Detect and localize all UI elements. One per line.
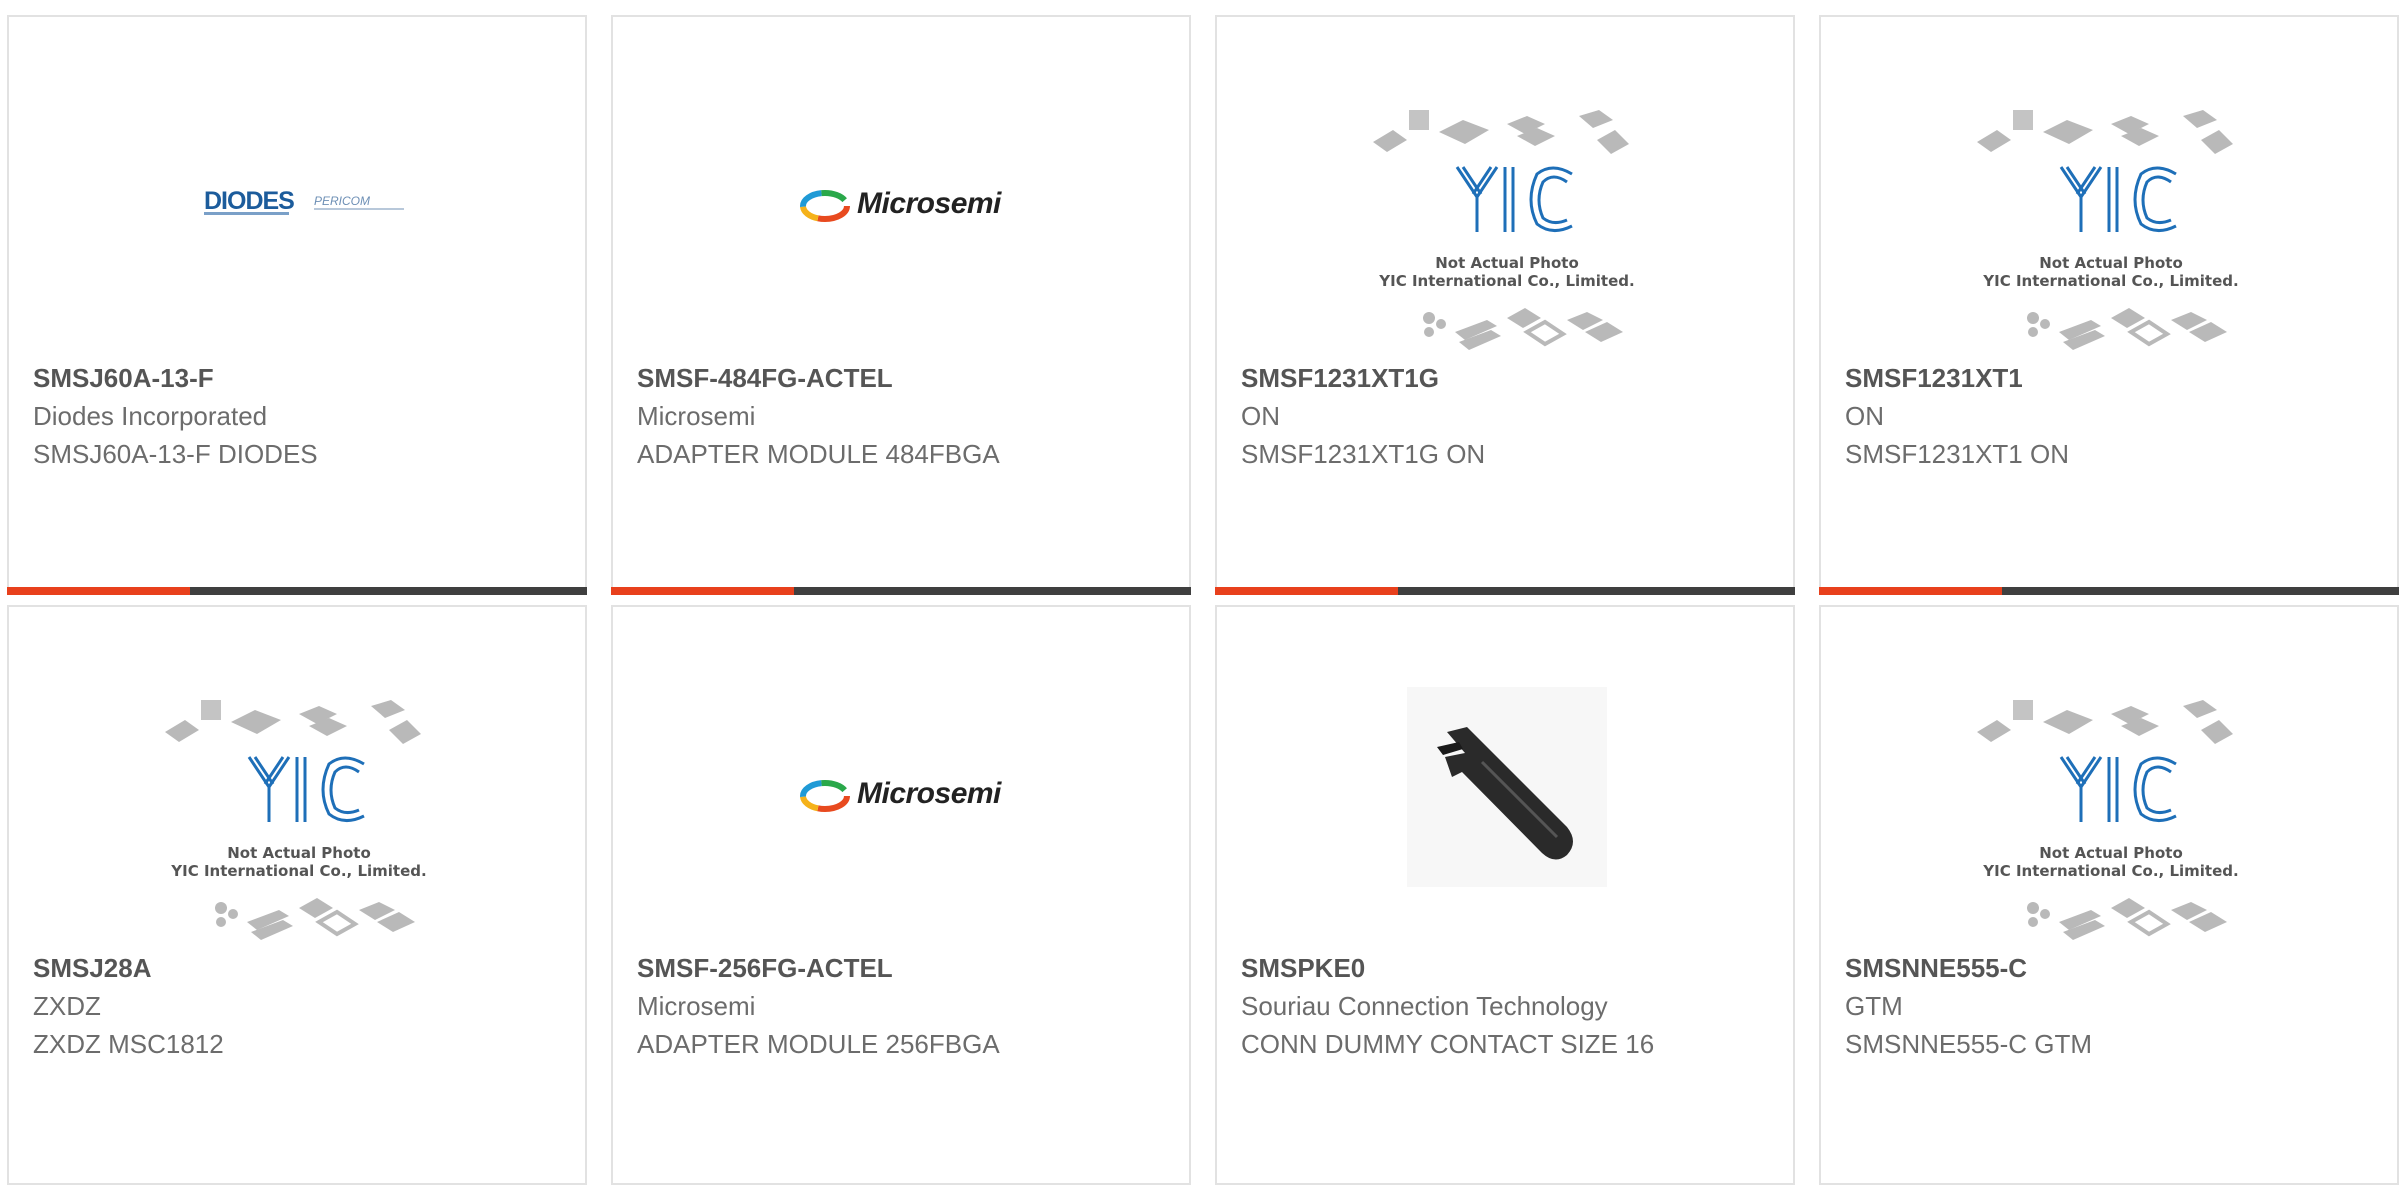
yic-placeholder-image: Not Actual Photo YIC International Co., …	[1971, 102, 2251, 352]
not-actual-photo-label: Not Actual Photo	[2039, 254, 2183, 272]
description: CONN DUMMY CONTACT SIZE 16	[1241, 1029, 1655, 1059]
product-image[interactable]: DIODES PERICOM	[9, 17, 585, 367]
connector-photo	[1407, 687, 1607, 887]
product-image[interactable]: Not Actual Photo YIC International Co., …	[1821, 607, 2397, 957]
product-card[interactable]: SMSPKE0 Souriau Connection Technology CO…	[1215, 605, 1795, 1185]
product-card[interactable]: Not Actual Photo YIC International Co., …	[1819, 15, 2399, 595]
not-actual-photo-label: Not Actual Photo	[227, 844, 371, 862]
yic-placeholder-image: Not Actual Photo YIC International Co., …	[1971, 692, 2251, 942]
diodes-logo: DIODES PERICOM	[204, 187, 404, 217]
manufacturer: ON	[1241, 401, 1280, 431]
part-number[interactable]: SMSPKE0	[1241, 952, 1365, 984]
product-image[interactable]: Not Actual Photo YIC International Co., …	[1217, 17, 1793, 367]
microsemi-logo: Microsemi	[800, 777, 1010, 817]
part-number[interactable]: SMSNNE555-C	[1845, 952, 2027, 984]
product-card[interactable]: Not Actual Photo YIC International Co., …	[1215, 15, 1795, 595]
not-actual-photo-label: Not Actual Photo	[1435, 254, 1579, 272]
description: SMSNNE555-C GTM	[1845, 1029, 2093, 1059]
card-bar	[1215, 587, 1795, 595]
product-image[interactable]: Not Actual Photo YIC International Co., …	[1821, 17, 2397, 367]
part-number[interactable]: SMSJ60A-13-F	[33, 362, 214, 394]
product-image[interactable]: Microsemi	[613, 17, 1189, 367]
product-image[interactable]	[1217, 607, 1793, 957]
description: SMSF1231XT1 ON	[1845, 439, 2069, 469]
yic-company-label: YIC International Co., Limited.	[1983, 272, 2239, 290]
card-bar-accent	[7, 587, 190, 595]
manufacturer: GTM	[1845, 991, 1903, 1021]
card-bar	[7, 587, 587, 595]
card-bar-accent	[1819, 587, 2002, 595]
description: SMSJ60A-13-F DIODES	[33, 439, 318, 469]
card-bar-accent	[611, 587, 794, 595]
not-actual-photo-label: Not Actual Photo	[2039, 844, 2183, 862]
product-card[interactable]: Microsemi SMSF-256FG-ACTEL Microsemi ADA…	[611, 605, 1191, 1185]
manufacturer: Microsemi	[637, 991, 756, 1021]
yic-placeholder-image: Not Actual Photo YIC International Co., …	[1367, 102, 1647, 352]
card-bar	[1819, 587, 2399, 595]
manufacturer: Souriau Connection Technology	[1241, 991, 1608, 1021]
product-image[interactable]: Not Actual Photo YIC International Co., …	[9, 607, 585, 957]
product-card[interactable]: Not Actual Photo YIC International Co., …	[7, 605, 587, 1185]
manufacturer: ZXDZ	[33, 991, 101, 1021]
yic-company-label: YIC International Co., Limited.	[1983, 862, 2239, 880]
product-card[interactable]: Microsemi SMSF-484FG-ACTEL Microsemi ADA…	[611, 15, 1191, 595]
yic-placeholder-image: Not Actual Photo YIC International Co., …	[159, 692, 439, 942]
product-card[interactable]: DIODES PERICOM SMSJ60A-13-F Diodes Incor…	[7, 15, 587, 595]
description: ADAPTER MODULE 256FBGA	[637, 1029, 1000, 1059]
card-bar	[611, 587, 1191, 595]
description: ZXDZ MSC1812	[33, 1029, 224, 1059]
card-bar-accent	[1215, 587, 1398, 595]
manufacturer: ON	[1845, 401, 1884, 431]
part-number[interactable]: SMSJ28A	[33, 952, 152, 984]
yic-company-label: YIC International Co., Limited.	[1379, 272, 1635, 290]
part-number[interactable]: SMSF1231XT1G	[1241, 362, 1439, 394]
part-number[interactable]: SMSF1231XT1	[1845, 362, 2023, 394]
description: SMSF1231XT1G ON	[1241, 439, 1486, 469]
manufacturer: Diodes Incorporated	[33, 401, 268, 431]
product-image[interactable]: Microsemi	[613, 607, 1189, 957]
microsemi-logo: Microsemi	[800, 187, 1010, 227]
yic-company-label: YIC International Co., Limited.	[171, 862, 427, 880]
description: ADAPTER MODULE 484FBGA	[637, 439, 1000, 469]
part-number[interactable]: SMSF-484FG-ACTEL	[637, 362, 893, 394]
part-number[interactable]: SMSF-256FG-ACTEL	[637, 952, 893, 984]
product-card[interactable]: Not Actual Photo YIC International Co., …	[1819, 605, 2399, 1185]
manufacturer: Microsemi	[637, 401, 756, 431]
